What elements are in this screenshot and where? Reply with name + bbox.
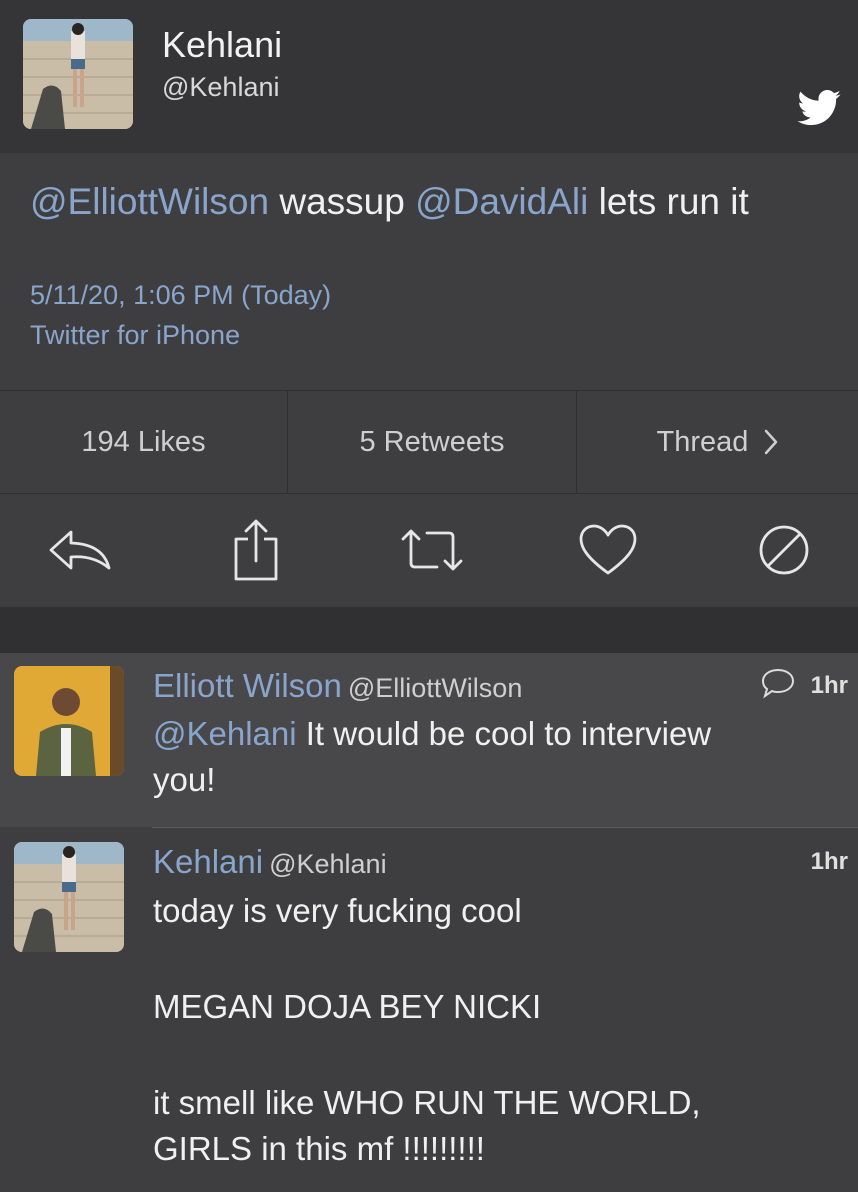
retweets-count[interactable]: 5 Retweets — [288, 391, 576, 493]
reply-text: today is very fucking cool MEGAN DOJA BE… — [153, 888, 701, 1172]
tweet-text: @ElliottWilson wassup @DavidAli lets run… — [30, 181, 749, 223]
author-handle[interactable]: @ElliottWilson — [348, 673, 522, 703]
chevron-right-icon — [764, 429, 778, 455]
reply-text-line: it smell like WHO RUN THE WORLD, — [153, 1084, 701, 1121]
thread-label: Thread — [656, 425, 749, 458]
reply-text: @Kehlani It would be cool to interview y… — [153, 711, 711, 803]
mention-link[interactable]: @Kehlani — [153, 715, 297, 752]
tweet-action-bar — [0, 492, 858, 607]
tweet-timestamp: 5/11/20, 1:06 PM (Today) — [30, 280, 332, 310]
reply-text-segment: It would be cool to interview — [296, 715, 712, 752]
reply-text-line: GIRLS in this mf !!!!!!!!! — [153, 1130, 485, 1167]
reply-author[interactable]: Elliott Wilson @ElliottWilson — [153, 667, 522, 705]
avatar[interactable] — [14, 842, 124, 952]
reply-icon[interactable] — [35, 492, 125, 607]
block-icon[interactable] — [739, 492, 829, 607]
reply-item[interactable]: Kehlani @Kehlani 1hr today is very fuckin… — [0, 828, 858, 1192]
reply-text-line: MEGAN DOJA BEY NICKI — [153, 988, 542, 1025]
thread-link[interactable]: Thread — [577, 391, 858, 493]
author-handle[interactable]: @Kehlani — [269, 849, 386, 879]
reply-text-line: @Kehlani It would be cool to interview — [153, 711, 711, 757]
tweet-stats-bar: 194 Likes 5 Retweets Thread — [0, 390, 858, 494]
tweet-text-segment: lets run it — [588, 181, 749, 222]
tweet-source[interactable]: Twitter for iPhone — [30, 320, 240, 351]
reply-author[interactable]: Kehlani @Kehlani — [153, 843, 387, 881]
tweet-text-segment: wassup — [269, 181, 416, 222]
share-icon[interactable] — [211, 492, 301, 607]
reply-text-line: you! — [153, 761, 216, 798]
profile-name[interactable]: Kehlani — [162, 24, 282, 66]
like-icon[interactable] — [563, 492, 653, 607]
mention-link[interactable]: @ElliottWilson — [30, 181, 269, 222]
twitter-bird-icon — [797, 90, 841, 126]
reply-item[interactable]: Elliott Wilson @ElliottWilson 1hr @Kehlan… — [0, 653, 858, 827]
reply-bubble-icon — [760, 667, 796, 704]
retweet-icon[interactable] — [387, 492, 477, 607]
reply-text-line: today is very fucking cool — [153, 892, 522, 929]
reply-time: 1hr — [810, 848, 848, 875]
author-name[interactable]: Kehlani — [153, 843, 263, 880]
author-name[interactable]: Elliott Wilson — [153, 667, 342, 704]
likes-count[interactable]: 194 Likes — [0, 391, 287, 493]
profile-handle[interactable]: @Kehlani — [162, 72, 279, 103]
section-separator — [0, 607, 858, 653]
reply-time: 1hr — [810, 672, 848, 699]
mention-link[interactable]: @DavidAli — [415, 181, 588, 222]
avatar[interactable] — [14, 666, 124, 776]
profile-avatar[interactable] — [23, 19, 133, 129]
